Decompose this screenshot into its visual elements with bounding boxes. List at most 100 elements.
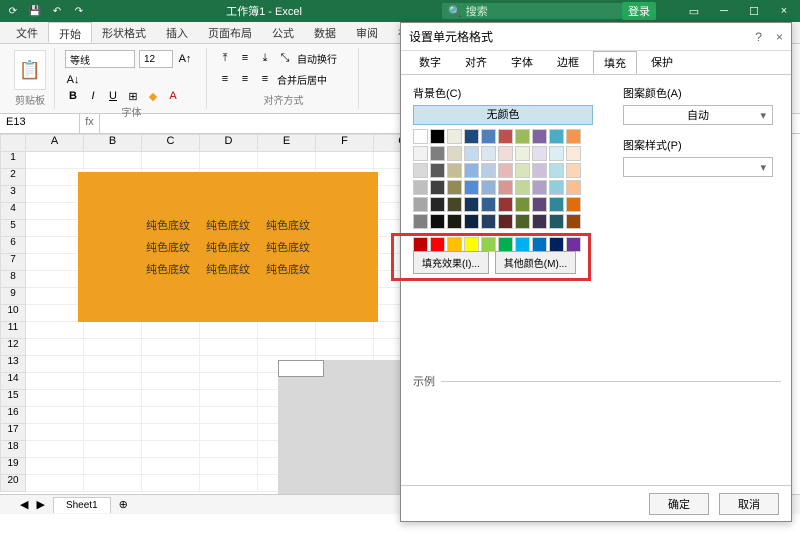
search-box[interactable]: 🔍 搜索 [442, 3, 622, 19]
maximize-icon[interactable]: ☐ [744, 5, 764, 18]
color-swatch[interactable] [515, 146, 530, 161]
cell[interactable] [142, 390, 200, 407]
col-C[interactable]: C [142, 134, 200, 152]
cell[interactable] [84, 424, 142, 441]
cell[interactable] [26, 458, 84, 475]
color-swatch[interactable] [515, 129, 530, 144]
color-swatch[interactable] [549, 237, 564, 252]
color-swatch[interactable] [447, 129, 462, 144]
pattern-style-combo[interactable] [623, 157, 773, 177]
cell[interactable] [84, 322, 142, 339]
minimize-icon[interactable]: ─ [714, 5, 734, 18]
color-swatch[interactable] [532, 214, 547, 229]
color-swatch[interactable] [549, 146, 564, 161]
align-top-icon[interactable]: ⤒ [217, 50, 233, 66]
tab-home[interactable]: 开始 [48, 22, 92, 43]
color-swatch[interactable] [532, 197, 547, 212]
undo-icon[interactable]: ↶ [50, 4, 64, 18]
fill-color-icon[interactable]: ◆ [145, 88, 161, 104]
row-header[interactable]: 18 [0, 441, 26, 458]
tab-review[interactable]: 审阅 [346, 22, 388, 43]
row-header[interactable]: 12 [0, 339, 26, 356]
color-swatch[interactable] [430, 237, 445, 252]
cell[interactable] [200, 339, 258, 356]
signin-badge[interactable]: 登录 [622, 2, 656, 20]
cell[interactable] [26, 305, 84, 322]
tab-file[interactable]: 文件 [6, 22, 48, 43]
col-B[interactable]: B [84, 134, 142, 152]
cell[interactable] [200, 475, 258, 492]
color-swatch[interactable] [413, 214, 428, 229]
color-swatch[interactable] [498, 237, 513, 252]
select-all-corner[interactable] [0, 134, 26, 152]
cell[interactable] [26, 424, 84, 441]
row-header[interactable]: 7 [0, 254, 26, 271]
cell[interactable] [200, 441, 258, 458]
color-swatch[interactable] [447, 146, 462, 161]
tab-formulas[interactable]: 公式 [262, 22, 304, 43]
ribbon-options-icon[interactable]: ▭ [684, 5, 704, 18]
color-swatch[interactable] [464, 129, 479, 144]
cell[interactable] [142, 152, 200, 169]
color-swatch[interactable] [498, 146, 513, 161]
row-header[interactable]: 2 [0, 169, 26, 186]
more-colors-button[interactable]: 其他颜色(M)... [495, 251, 576, 274]
prev-sheet-icon[interactable]: ◀ [20, 498, 28, 511]
cell[interactable] [26, 407, 84, 424]
cell[interactable] [84, 390, 142, 407]
dlg-tab-protection[interactable]: 保护 [641, 51, 683, 74]
cell[interactable] [84, 356, 142, 373]
color-swatch[interactable] [532, 237, 547, 252]
color-swatch[interactable] [464, 180, 479, 195]
redo-icon[interactable]: ↷ [72, 4, 86, 18]
cell[interactable] [200, 458, 258, 475]
cell[interactable] [258, 152, 316, 169]
cell[interactable] [142, 458, 200, 475]
cell[interactable] [142, 339, 200, 356]
color-swatch[interactable] [532, 163, 547, 178]
cell[interactable] [142, 441, 200, 458]
color-swatch[interactable] [515, 197, 530, 212]
color-swatch[interactable] [549, 129, 564, 144]
color-swatch[interactable] [430, 163, 445, 178]
color-swatch[interactable] [549, 163, 564, 178]
color-swatch[interactable] [430, 197, 445, 212]
col-A[interactable]: A [26, 134, 84, 152]
cell[interactable] [200, 390, 258, 407]
save-icon[interactable]: 💾 [28, 4, 42, 18]
row-header[interactable]: 5 [0, 220, 26, 237]
color-swatch[interactable] [447, 180, 462, 195]
color-swatch[interactable] [447, 214, 462, 229]
tab-insert[interactable]: 插入 [156, 22, 198, 43]
ok-button[interactable]: 确定 [649, 493, 709, 515]
autosave-icon[interactable]: ⟳ [6, 4, 20, 18]
color-swatch[interactable] [549, 180, 564, 195]
row-header[interactable]: 13 [0, 356, 26, 373]
paste-button[interactable]: 📋 [14, 50, 46, 90]
cell[interactable] [26, 203, 84, 220]
color-swatch[interactable] [498, 197, 513, 212]
cancel-button[interactable]: 取消 [719, 493, 779, 515]
align-bottom-icon[interactable]: ⤓ [257, 50, 273, 66]
row-header[interactable]: 4 [0, 203, 26, 220]
color-swatch[interactable] [464, 163, 479, 178]
cell[interactable] [26, 152, 84, 169]
color-swatch[interactable] [566, 237, 581, 252]
row-header[interactable]: 16 [0, 407, 26, 424]
cell[interactable] [142, 407, 200, 424]
cell[interactable] [84, 152, 142, 169]
row-header[interactable]: 20 [0, 475, 26, 492]
cell[interactable] [84, 407, 142, 424]
color-swatch[interactable] [566, 163, 581, 178]
dlg-tab-number[interactable]: 数字 [409, 51, 451, 74]
color-swatch[interactable] [549, 197, 564, 212]
color-swatch[interactable] [498, 163, 513, 178]
cell[interactable] [84, 475, 142, 492]
color-swatch[interactable] [447, 197, 462, 212]
color-swatch[interactable] [413, 180, 428, 195]
dialog-help-icon[interactable]: ? [755, 30, 762, 44]
row-header[interactable]: 15 [0, 390, 26, 407]
cell[interactable] [200, 407, 258, 424]
cell[interactable] [26, 186, 84, 203]
color-swatch[interactable] [566, 214, 581, 229]
